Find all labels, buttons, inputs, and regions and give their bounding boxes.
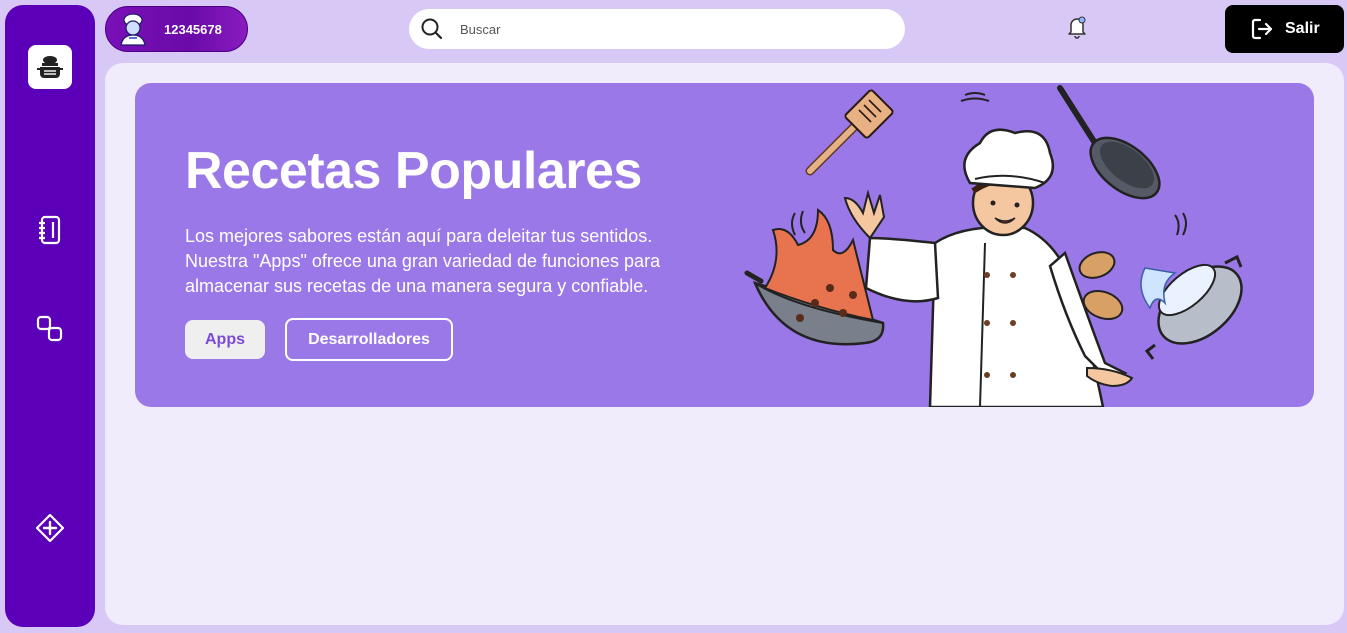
search-input[interactable] xyxy=(460,21,880,37)
sidebar xyxy=(5,5,95,627)
sidebar-item-recipes[interactable] xyxy=(33,213,67,247)
link-squares-icon xyxy=(36,315,63,342)
logout-label: Salir xyxy=(1285,20,1320,37)
developers-button[interactable]: Desarrolladores xyxy=(285,318,453,361)
apps-button[interactable]: Apps xyxy=(185,320,265,359)
logout-icon xyxy=(1251,18,1273,40)
notebook-icon xyxy=(39,215,61,245)
hero-banner: Recetas Populares Los mejores sabores es… xyxy=(135,83,1314,407)
spatula-icon xyxy=(805,89,894,176)
chef-pot-logo-icon xyxy=(37,56,63,78)
bell-icon[interactable] xyxy=(1066,15,1088,39)
add-diamond-icon xyxy=(35,513,65,543)
chef-avatar-icon xyxy=(120,13,146,46)
search-bar[interactable] xyxy=(409,9,905,49)
logout-button[interactable]: Salir xyxy=(1225,5,1344,53)
user-id: 12345678 xyxy=(164,21,222,37)
search-icon xyxy=(421,18,443,40)
sidebar-item-add[interactable] xyxy=(33,511,67,545)
frying-pan-icon xyxy=(1057,85,1161,200)
app-logo[interactable] xyxy=(28,45,72,89)
sidebar-item-share[interactable] xyxy=(33,312,67,346)
hero-description: Los mejores sabores están aquí para dele… xyxy=(185,226,661,296)
pot-icon xyxy=(1140,254,1243,360)
hero-title: Recetas Populares xyxy=(185,142,642,200)
chef-cooking-illustration xyxy=(744,85,1243,407)
user-profile-pill[interactable]: 12345678 xyxy=(105,6,248,52)
